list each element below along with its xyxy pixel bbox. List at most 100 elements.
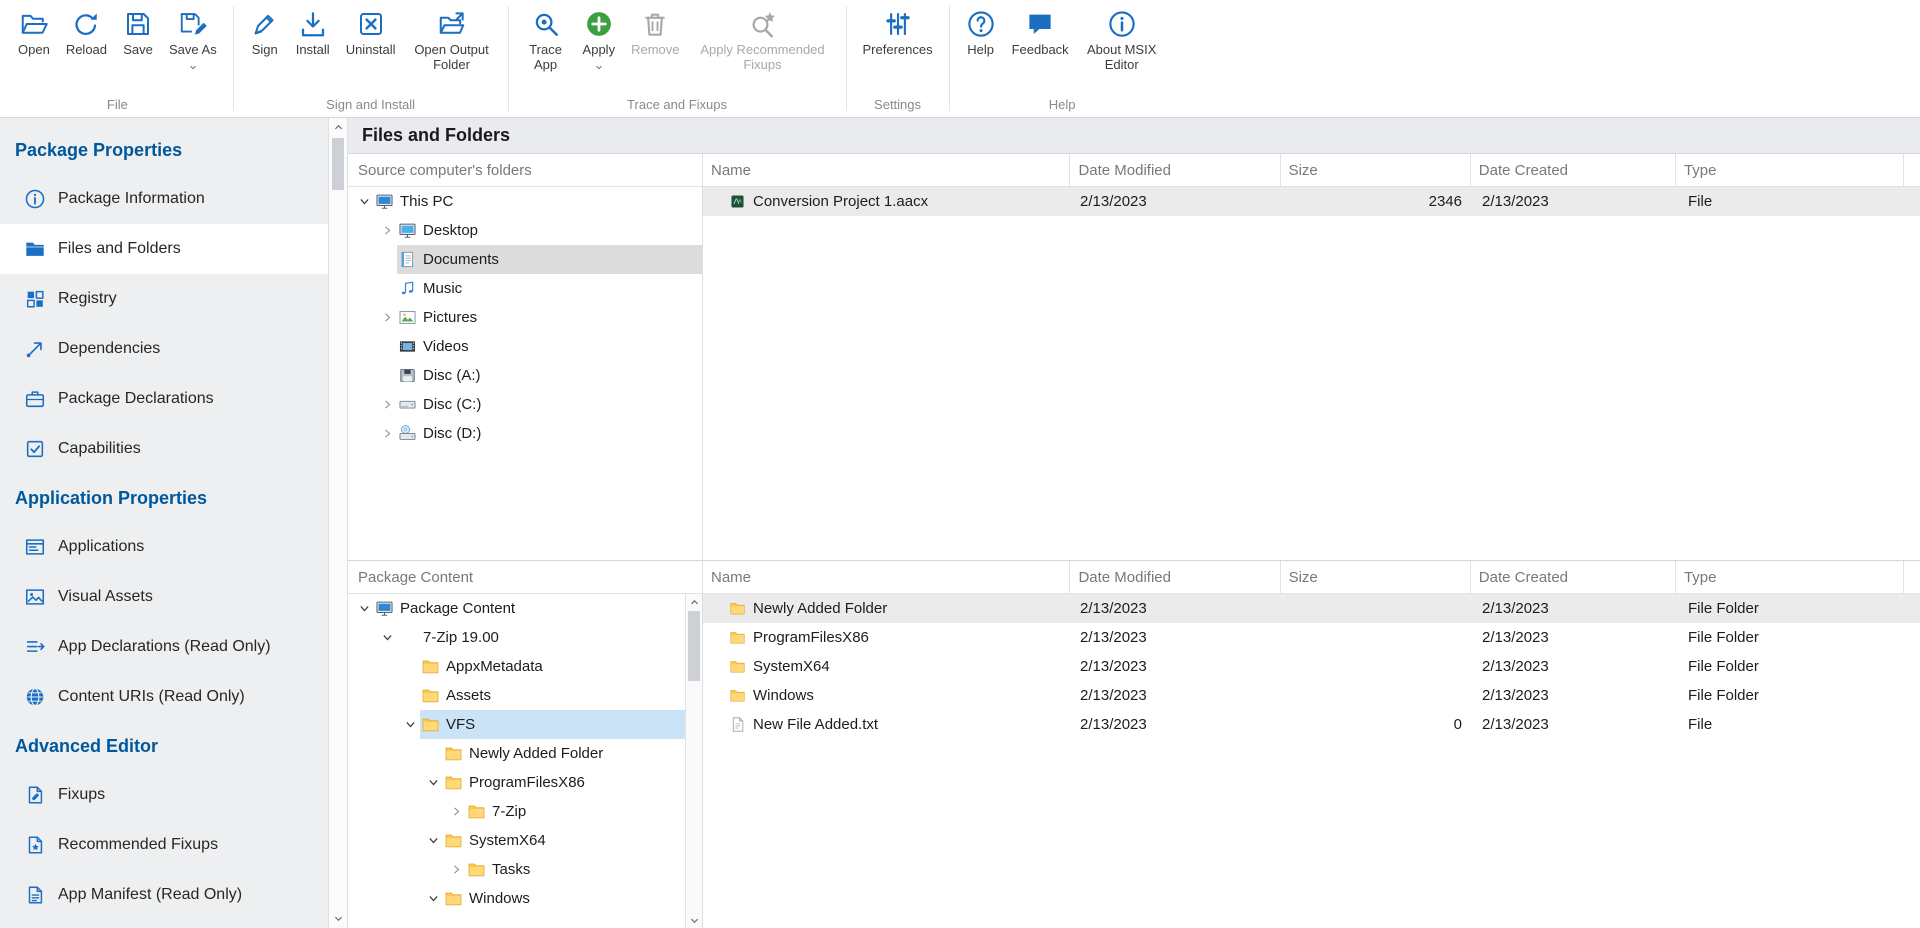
chevron-down-icon[interactable] — [423, 774, 443, 792]
column-header-name[interactable]: Name — [703, 561, 1070, 593]
file-row-programfilesx86[interactable]: ProgramFilesX862/13/20232/13/2023File Fo… — [703, 623, 1920, 652]
tree-item-appxmetadata[interactable]: AppxMetadata — [348, 652, 702, 681]
file-row-newly-added-folder[interactable]: Newly Added Folder2/13/20232/13/2023File… — [703, 594, 1920, 623]
column-header-size[interactable]: Size — [1281, 561, 1471, 593]
file-name: Conversion Project 1.aacx — [753, 193, 928, 210]
uninstall-button[interactable]: Uninstall — [338, 6, 404, 58]
help-button[interactable]: Help — [958, 6, 1004, 58]
tree-item-systemx64[interactable]: SystemX64 — [348, 826, 702, 855]
column-header-date-modified[interactable]: Date Modified — [1070, 154, 1280, 186]
file-row-conversion-project-1-aacx[interactable]: Conversion Project 1.aacx2/13/202323462/… — [703, 187, 1920, 216]
dropdown-caret-icon[interactable] — [593, 62, 605, 73]
save-as-button[interactable]: Save As — [161, 6, 225, 73]
chevron-down-icon[interactable] — [423, 890, 443, 908]
file-row-windows[interactable]: Windows2/13/20232/13/2023File Folder — [703, 681, 1920, 710]
chevron-right-icon[interactable] — [446, 803, 466, 821]
column-header-name[interactable]: Name — [703, 154, 1070, 186]
sidebar-item-recommended-fixups[interactable]: Recommended Fixups — [0, 820, 328, 870]
button-label: Trace App — [525, 43, 567, 73]
scroll-down-icon[interactable] — [686, 912, 702, 928]
chevron-down-icon[interactable] — [400, 716, 420, 734]
package-tree: Package Content7-Zip 19.00AppxMetadataAs… — [348, 594, 702, 928]
chevron-down-icon[interactable] — [354, 193, 374, 211]
tree-item-programfilesx86[interactable]: ProgramFilesX86 — [348, 768, 702, 797]
file-row-systemx64[interactable]: SystemX642/13/20232/13/2023File Folder — [703, 652, 1920, 681]
sidebar-item-visual-assets[interactable]: Visual Assets — [0, 572, 328, 622]
tree-item-tasks[interactable]: Tasks — [348, 855, 702, 884]
drive-icon — [398, 395, 417, 414]
package-tree-scrollbar[interactable] — [685, 594, 702, 928]
column-header-type[interactable]: Type — [1676, 561, 1904, 593]
tree-item-disc-a[interactable]: Disc (A:) — [348, 361, 702, 390]
chevron-down-icon[interactable] — [423, 832, 443, 850]
scroll-up-icon[interactable] — [329, 118, 347, 137]
tree-item-vfs[interactable]: VFS — [348, 710, 702, 739]
tree-item-package-content[interactable]: Package Content — [348, 594, 702, 623]
source-column-headers: NameDate ModifiedSizeDate CreatedType — [703, 154, 1920, 187]
sidebar-item-app-manifest-read-only[interactable]: App Manifest (Read Only) — [0, 870, 328, 920]
tree-item-this-pc[interactable]: This PC — [348, 187, 702, 216]
chevron-right-icon[interactable] — [377, 425, 397, 443]
tree-item-videos[interactable]: Videos — [348, 332, 702, 361]
install-button[interactable]: Install — [288, 6, 338, 58]
chevron-right-icon[interactable] — [377, 309, 397, 327]
page-scrollbar[interactable] — [328, 118, 348, 928]
chevron-down-icon[interactable] — [354, 600, 374, 618]
sidebar-item-app-declarations-read-only[interactable]: App Declarations (Read Only) — [0, 622, 328, 672]
open-output-folder-button[interactable]: Open Output Folder — [404, 6, 500, 73]
scroll-up-icon[interactable] — [686, 594, 702, 610]
tree-item-disc-d[interactable]: Disc (D:) — [348, 419, 702, 448]
chevron-down-icon[interactable] — [377, 629, 397, 647]
scroll-down-icon[interactable] — [329, 909, 347, 928]
sidebar-item-fixups[interactable]: Fixups — [0, 770, 328, 820]
tree-item-desktop[interactable]: Desktop — [348, 216, 702, 245]
file-name-cell: Windows — [703, 687, 1072, 704]
sidebar-item-package-information[interactable]: Package Information — [0, 174, 328, 224]
chevron-spacer — [377, 338, 397, 356]
about-msix-editor-button[interactable]: About MSIX Editor — [1077, 6, 1167, 73]
apply-button[interactable]: Apply — [575, 6, 624, 73]
chevron-right-icon[interactable] — [446, 861, 466, 879]
file-name-cell: SystemX64 — [703, 658, 1072, 675]
sign-button[interactable]: Sign — [242, 6, 288, 58]
tree-item-newly-added-folder[interactable]: Newly Added Folder — [348, 739, 702, 768]
column-header-date-created[interactable]: Date Created — [1471, 561, 1676, 593]
chevron-right-icon[interactable] — [377, 396, 397, 414]
column-header-type[interactable]: Type — [1676, 154, 1904, 186]
reload-button[interactable]: Reload — [58, 6, 115, 58]
sidebar-item-dependencies[interactable]: Dependencies — [0, 324, 328, 374]
tree-item-music[interactable]: Music — [348, 274, 702, 303]
tree-item-label: SystemX64 — [469, 832, 546, 849]
sidebar-item-applications[interactable]: Applications — [0, 522, 328, 572]
tree-item-assets[interactable]: Assets — [348, 681, 702, 710]
open-button[interactable]: Open — [10, 6, 58, 58]
sidebar-item-capabilities[interactable]: Capabilities — [0, 424, 328, 474]
sidebar-item-package-declarations[interactable]: Package Declarations — [0, 374, 328, 424]
sidebar-item-content-uris-read-only[interactable]: Content URIs (Read Only) — [0, 672, 328, 722]
trace-app-button[interactable]: Trace App — [517, 6, 575, 73]
chevron-right-icon[interactable] — [377, 222, 397, 240]
sidebar-item-files-and-folders[interactable]: Files and Folders — [0, 224, 328, 274]
tree-item-7-zip[interactable]: 7-Zip — [348, 797, 702, 826]
column-header-date-created[interactable]: Date Created — [1471, 154, 1676, 186]
file-name-cell: Conversion Project 1.aacx — [703, 193, 1072, 210]
scroll-thumb[interactable] — [332, 138, 344, 190]
tree-item-windows[interactable]: Windows — [348, 884, 702, 913]
save-button[interactable]: Save — [115, 6, 161, 58]
scroll-track[interactable] — [686, 682, 702, 912]
preferences-button[interactable]: Preferences — [855, 6, 941, 58]
tree-item-documents[interactable]: Documents — [348, 245, 702, 274]
tree-item-disc-c[interactable]: Disc (C:) — [348, 390, 702, 419]
file-row-new-file-added-txt[interactable]: New File Added.txt2/13/202302/13/2023Fil… — [703, 710, 1920, 739]
sidebar-item-label: Registry — [58, 290, 117, 308]
feedback-button[interactable]: Feedback — [1004, 6, 1077, 58]
button-label: Save — [123, 43, 153, 58]
tree-item-pictures[interactable]: Pictures — [348, 303, 702, 332]
column-header-date-modified[interactable]: Date Modified — [1070, 561, 1280, 593]
scroll-track[interactable] — [329, 191, 347, 909]
tree-item-7-zip-19-00[interactable]: 7-Zip 19.00 — [348, 623, 702, 652]
dropdown-caret-icon[interactable] — [187, 62, 199, 73]
column-header-size[interactable]: Size — [1281, 154, 1471, 186]
sidebar-item-registry[interactable]: Registry — [0, 274, 328, 324]
scroll-thumb[interactable] — [688, 611, 700, 681]
